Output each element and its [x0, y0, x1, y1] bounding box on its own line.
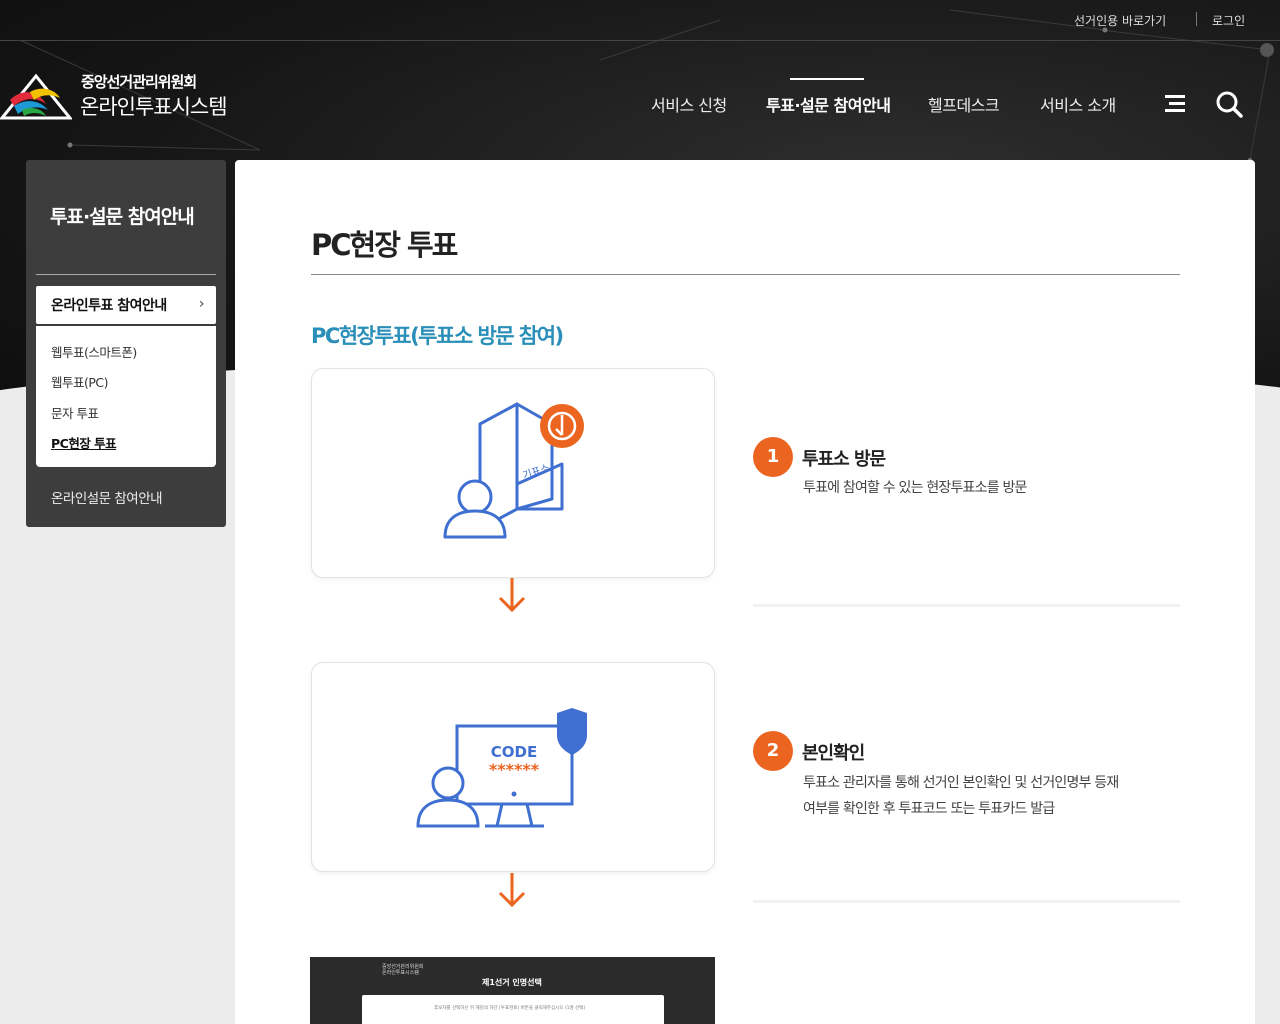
utility-bar: 선거인용 바로가기 로그인: [0, 0, 1280, 41]
step-2-title: 본인확인: [802, 743, 865, 764]
side-nav-current-label: 온라인투표 참여안내: [51, 298, 167, 314]
submenu-web-vote-pc[interactable]: 웹투표(PC): [51, 372, 109, 391]
preview-heading: 제1선거 인명선택: [482, 978, 542, 987]
main-content: PC현장 투표 PC현장투표(투표소 방문 참여) 기표소 1 투표소 방문 투…: [235, 160, 1255, 1024]
voting-booth-icon: 기표소: [443, 402, 584, 539]
nec-emblem-icon: [0, 73, 72, 120]
step-2-desc-line-2: 여부를 확인한 후 투표코드 또는 투표카드 발급: [803, 801, 1055, 817]
submenu-pc-onsite-vote[interactable]: PC현장 투표: [51, 433, 117, 452]
step-1-description: 투표에 참여할 수 있는 현장투표소를 방문: [803, 475, 1163, 501]
site-logo[interactable]: 중앙선거관리위원회 온라인투표시스템: [0, 66, 240, 122]
title-divider: [311, 274, 1180, 275]
election-shortcut-link[interactable]: 선거인용 바로가기: [1074, 12, 1166, 29]
page-title: PC현장 투표: [311, 228, 458, 262]
step-1-divider: [753, 604, 1180, 607]
gnb-helpdesk[interactable]: 헬프데스크: [928, 92, 1000, 116]
identity-check-icon: CODE ******: [416, 708, 587, 828]
gnb-active-indicator: [790, 78, 864, 80]
login-link[interactable]: 로그인: [1212, 12, 1245, 29]
gnb-service-intro[interactable]: 서비스 소개: [1040, 92, 1116, 116]
side-nav-online-vote-guide[interactable]: 온라인투표 참여안내 ›: [36, 286, 216, 324]
side-nav-divider: [36, 274, 216, 275]
booth-label: 기표소: [521, 462, 551, 482]
step-1-number: 1: [753, 437, 793, 477]
step-1-illustration-card: 기표소: [311, 368, 715, 578]
arrow-down-icon: [498, 578, 526, 613]
step-2-divider: [753, 900, 1180, 903]
chevron-right-icon: ›: [198, 296, 205, 312]
step-2-illustration-card: CODE ******: [311, 662, 715, 872]
search-icon[interactable]: [1215, 90, 1243, 118]
code-label: CODE: [491, 743, 537, 761]
hamburger-icon[interactable]: [1162, 90, 1190, 118]
side-nav-online-survey-guide[interactable]: 온라인설문 참여안내: [51, 487, 163, 507]
section-title: PC현장투표(투표소 방문 참여): [311, 324, 564, 348]
submenu-web-vote-smartphone[interactable]: 웹투표(스마트폰): [51, 342, 137, 361]
preview-sheet-text: 후보자를 선택하신 뒤 해당의 하단 [투표완료] 버튼을 클릭해주십시오 (1…: [434, 1006, 586, 1011]
step-2-desc-line-1: 투표소 관리자를 통해 선거인 본인확인 및 선거인명부 등재: [803, 775, 1119, 791]
arrow-down-icon: [498, 873, 526, 908]
util-divider: [1196, 12, 1197, 26]
step-3-screen-preview: 중앙선거관리위원회 온라인투표시스템 제1선거 인명선택 후보자를 선택하신 뒤…: [310, 957, 715, 1024]
side-nav-submenu: 웹투표(스마트폰) 웹투표(PC) 문자 투표 PC현장 투표: [36, 326, 216, 467]
logo-title: 온라인투표시스템: [80, 95, 228, 119]
step-1-title: 투표소 방문: [802, 449, 886, 470]
gnb-service-apply[interactable]: 서비스 신청: [651, 92, 727, 116]
step-2-number: 2: [753, 731, 793, 771]
code-mask: ******: [489, 760, 540, 779]
submenu-sms-vote[interactable]: 문자 투표: [51, 403, 99, 422]
side-navigation: 투표·설문 참여안내 온라인투표 참여안내 › 웹투표(스마트폰) 웹투표(PC…: [26, 160, 226, 527]
step-2-description: 투표소 관리자를 통해 선거인 본인확인 및 선거인명부 등재 여부를 확인한 …: [803, 770, 1163, 822]
preview-logo-title: 온라인투표시스템: [382, 970, 419, 976]
preview-sheet: 후보자를 선택하신 뒤 해당의 하단 [투표완료] 버튼을 클릭해주십시오 (1…: [362, 995, 664, 1024]
gnb-vote-survey-guide[interactable]: 투표·설문 참여안내: [766, 92, 891, 116]
logo-subtitle: 중앙선거관리위원회: [81, 73, 197, 91]
step-1-desc-line: 투표에 참여할 수 있는 현장투표소를 방문: [803, 480, 1027, 496]
side-nav-title: 투표·설문 참여안내: [50, 206, 195, 228]
